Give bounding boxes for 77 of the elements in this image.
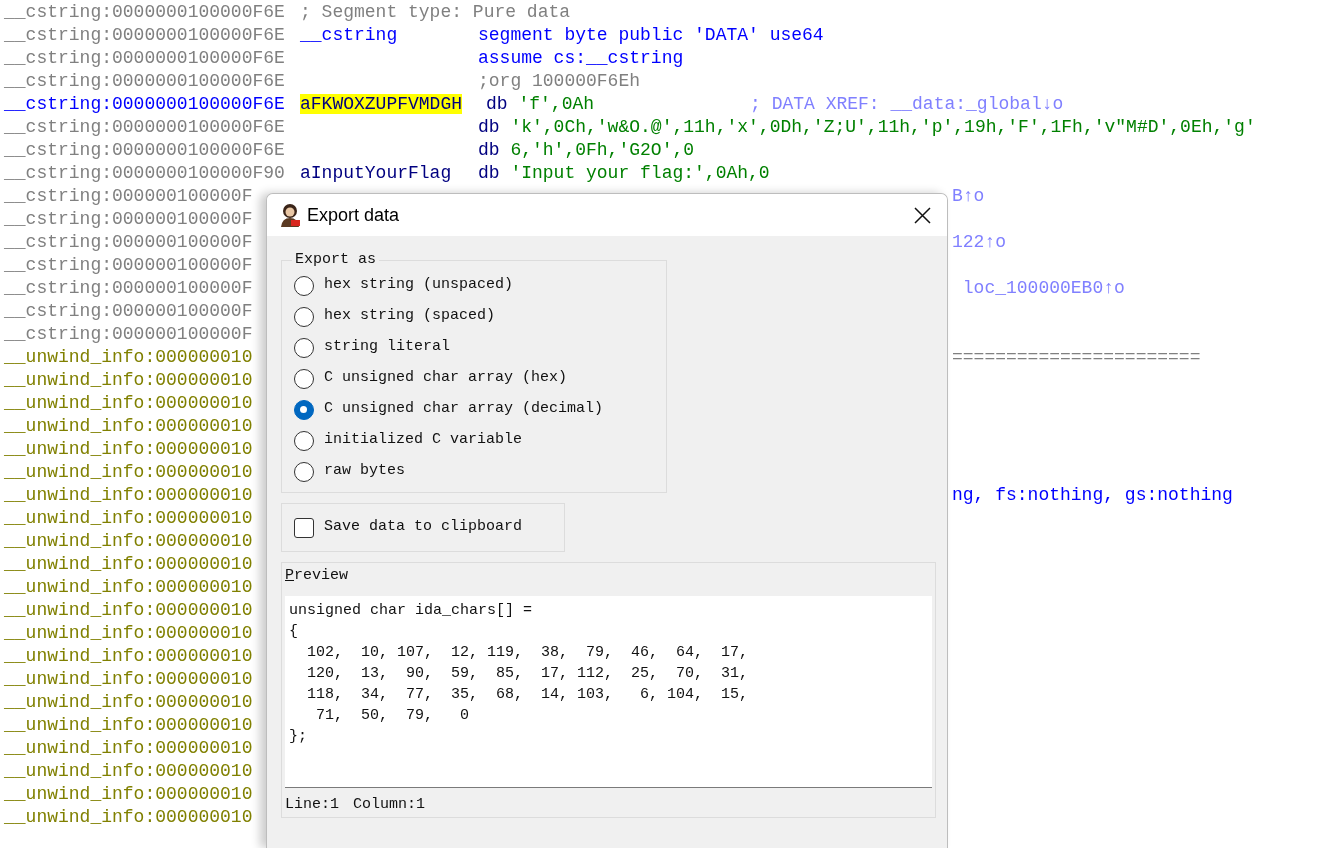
- address-text: __cstring:0000000100000F6E: [4, 117, 285, 137]
- address-text: __unwind_info:000000010: [4, 554, 253, 574]
- address-text: __unwind_info:000000010: [4, 370, 253, 390]
- xref-comment: ; DATA XREF: __data:_global↓o: [750, 93, 1064, 116]
- instruction-text: db 'f',0Ah: [486, 93, 596, 116]
- address-text: __unwind_info:000000010: [4, 416, 253, 436]
- listing-text: loc_100000EB0↑o: [961, 277, 1125, 300]
- preview-field[interactable]: unsigned char ida_chars[] = { 102, 10, 107, 12, 119, 38, 79, 46, 64, 17, 120, 13, 90, 59, 85, 17, 112, 25, 70, 31, 118, 34, 77, 35, 68, 14, 103, 6, 104, 15, 71, 50, 79, 0 };: [285, 596, 932, 788]
- radio-option[interactable]: hex string (spaced): [294, 301, 656, 332]
- address-text: __cstring:0000000100000F6E: [4, 94, 285, 114]
- clipboard-checkbox[interactable]: Save data to clipboard: [294, 512, 523, 543]
- address-text: __unwind_info:000000010: [4, 669, 253, 689]
- listing-text: ng, fs:nothing, gs:nothing: [952, 484, 1233, 507]
- app-icon: [279, 203, 301, 227]
- checkbox[interactable]: [294, 517, 314, 538]
- label-text: aInputYourFlag: [300, 163, 452, 183]
- radio-button[interactable]: [294, 461, 314, 482]
- address-text: __unwind_info:000000010: [4, 692, 253, 712]
- address-text: __unwind_info:000000010: [4, 646, 253, 666]
- listing-text: 122↑o: [952, 231, 1006, 254]
- instruction-text: db 'k',0Ch,'w&O.@',11h,'x',0Dh,'Z;U',11h,'p',19h,'F',1Fh,'v"M#D',0Eh,'g': [478, 116, 1256, 139]
- address-text: __unwind_info:000000010: [4, 761, 253, 781]
- radio-option[interactable]: raw bytes: [294, 456, 656, 487]
- radio-option[interactable]: string literal: [294, 332, 656, 363]
- address-text: __unwind_info:000000010: [4, 807, 253, 827]
- address-text: __unwind_info:000000010: [4, 462, 253, 482]
- label-text: aFKWOXZUPFVMDGH: [300, 94, 463, 114]
- address-text: __cstring:0000000100000F6E: [4, 140, 285, 160]
- line-indicator: Line:1: [285, 795, 339, 815]
- listing-text: =======================: [952, 346, 1201, 369]
- instruction-text: assume cs:__cstring: [478, 47, 685, 70]
- address-text: __unwind_info:000000010: [4, 347, 253, 367]
- address-text: __unwind_info:000000010: [4, 508, 253, 528]
- address-text: __cstring:0000000100000F6E: [4, 2, 285, 22]
- address-text: __cstring:000000100000F: [4, 186, 253, 206]
- address-text: __cstring:000000100000F: [4, 232, 253, 252]
- address-text: __unwind_info:000000010: [4, 784, 253, 804]
- listing-text: B↑o: [952, 185, 985, 208]
- radio-option[interactable]: C unsigned char array (decimal): [294, 394, 656, 425]
- radio-button[interactable]: [294, 368, 314, 389]
- address-text: __unwind_info:000000010: [4, 715, 253, 735]
- address-text: __unwind_info:000000010: [4, 531, 253, 551]
- label-text: __cstring: [300, 25, 398, 45]
- column-indicator: Column:1: [353, 795, 426, 815]
- close-icon: [914, 206, 931, 224]
- address-text: __cstring:0000000100000F6E: [4, 25, 285, 45]
- address-text: __unwind_info:000000010: [4, 738, 253, 758]
- preview-label: Preview: [285, 566, 350, 586]
- radio-button[interactable]: [294, 275, 314, 296]
- radio-button[interactable]: [294, 306, 314, 327]
- radio-option[interactable]: hex string (unspaced): [294, 270, 656, 301]
- radio-button[interactable]: [294, 337, 314, 358]
- address-text: __unwind_info:000000010: [4, 393, 253, 413]
- radio-button[interactable]: [294, 430, 314, 451]
- address-text: __unwind_info:000000010: [4, 439, 253, 459]
- window-title: Export data: [307, 203, 400, 227]
- address-text: __cstring:000000100000F: [4, 209, 253, 229]
- address-text: __cstring:000000100000F: [4, 324, 253, 344]
- instruction-text: segment byte public 'DATA' use64: [478, 24, 824, 47]
- group-label: Export as: [294, 250, 377, 270]
- address-text: __cstring:0000000100000F90: [4, 163, 285, 183]
- radio-option[interactable]: C unsigned char array (hex): [294, 363, 656, 394]
- instruction-text: db 6,'h',0Fh,'G2O',0: [478, 139, 696, 162]
- instruction-text: ;org 100000F6Eh: [478, 70, 642, 93]
- address-text: __cstring:000000100000F: [4, 278, 253, 298]
- address-text: __cstring:000000100000F: [4, 301, 253, 321]
- address-text: __unwind_info:000000010: [4, 577, 253, 597]
- address-text: __cstring:0000000100000F6E: [4, 48, 285, 68]
- radio-option[interactable]: initialized C variable: [294, 425, 656, 456]
- address-text: __cstring:000000100000F: [4, 255, 253, 275]
- address-text: __unwind_info:000000010: [4, 485, 253, 505]
- comment-text: ; Segment type: Pure data: [300, 2, 571, 22]
- address-text: __unwind_info:000000010: [4, 623, 253, 643]
- address-text: __cstring:0000000100000F6E: [4, 71, 285, 91]
- instruction-text: db 'Input your flag:',0Ah,0: [478, 162, 770, 185]
- radio-button[interactable]: [294, 399, 314, 420]
- address-text: __unwind_info:000000010: [4, 600, 253, 620]
